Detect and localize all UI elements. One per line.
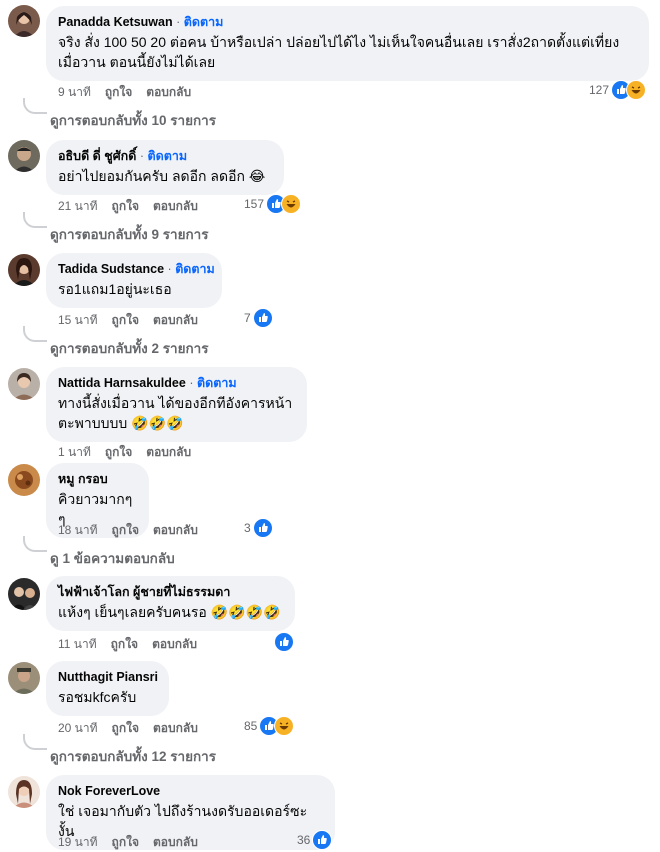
- reaction-summary[interactable]: 7: [244, 308, 273, 328]
- avatar[interactable]: [8, 368, 40, 400]
- comment-meta: 18 นาที ถูกใจ ตอบกลับ: [58, 521, 212, 540]
- author-name[interactable]: หมู กรอบ: [58, 472, 108, 486]
- thread-line: [23, 98, 47, 114]
- reaction-count: 85: [244, 719, 258, 733]
- reaction-count: 36: [297, 833, 311, 847]
- comment-meta: 1 นาที ถูกใจ ตอบกลับ: [58, 443, 205, 462]
- like-button[interactable]: ถูกใจ: [112, 721, 139, 735]
- avatar[interactable]: [8, 140, 40, 172]
- comment-bubble: Panadda Ketsuwan · ติดตาม จริง สั่ง 100 …: [46, 6, 649, 81]
- comment-text: รอชมkfcครับ: [58, 689, 137, 705]
- like-icon: [312, 830, 333, 850]
- reply-button[interactable]: ตอบกลับ: [146, 445, 191, 459]
- view-replies-link[interactable]: ดูการตอบกลับทั้ง 10 รายการ: [50, 109, 216, 131]
- author-name[interactable]: Nutthagit Piansri: [58, 670, 158, 684]
- comment-meta: 21 นาที ถูกใจ ตอบกลับ: [58, 197, 212, 216]
- thread-line: [23, 536, 47, 552]
- avatar[interactable]: [8, 662, 40, 694]
- view-replies-link[interactable]: ดูการตอบกลับทั้ง 9 รายการ: [50, 223, 208, 245]
- reaction-count: 3: [244, 521, 251, 535]
- reply-button[interactable]: ตอบกลับ: [153, 835, 198, 849]
- haha-icon: [274, 716, 295, 736]
- comment-bubble: Nattida Harnsakuldee · ติดตาม ทางนี้สั่ง…: [46, 367, 307, 442]
- timestamp[interactable]: 11 นาที: [58, 637, 97, 651]
- view-replies-link[interactable]: ดู 1 ข้อความตอบกลับ: [50, 547, 175, 569]
- reaction-summary[interactable]: 36: [297, 830, 333, 850]
- comment-meta: 20 นาที ถูกใจ ตอบกลับ: [58, 719, 212, 738]
- author-name[interactable]: Panadda Ketsuwan: [58, 15, 173, 29]
- timestamp[interactable]: 1 นาที: [58, 445, 91, 459]
- comment-text: อย่าไปยอมกันครับ ลดอีก ลดอีก 😂: [58, 168, 266, 184]
- comment-bubble: Nutthagit Piansri รอชมkfcครับ: [46, 661, 169, 716]
- comment-bubble: อธิบดี ดี่ ชูศักดิ์ · ติดตาม อย่าไปยอมกั…: [46, 140, 284, 195]
- timestamp[interactable]: 19 นาที: [58, 835, 98, 849]
- reply-button[interactable]: ตอบกลับ: [152, 637, 197, 651]
- reaction-summary[interactable]: 85: [244, 716, 295, 736]
- like-button[interactable]: ถูกใจ: [105, 445, 132, 459]
- avatar[interactable]: [8, 464, 40, 496]
- haha-icon: [626, 80, 647, 100]
- view-replies-link[interactable]: ดูการตอบกลับทั้ง 2 รายการ: [50, 337, 208, 359]
- like-button[interactable]: ถูกใจ: [112, 835, 139, 849]
- comment-text: ทางนี้สั่งเมื่อวาน ได้ของอีกทีอังคารหน้า…: [58, 395, 293, 431]
- comment-bubble: Tadida Sudstance · ติดตาม รอ1แถม1อยู่นะเ…: [46, 253, 222, 308]
- comment-text: จริง สั่ง 100 50 20 ต่อคน บ้าหรือเปล่า ป…: [58, 34, 620, 70]
- avatar[interactable]: [8, 578, 40, 610]
- avatar[interactable]: [8, 776, 40, 808]
- reply-button[interactable]: ตอบกลับ: [153, 199, 198, 213]
- reaction-count: 7: [244, 311, 251, 325]
- reaction-summary[interactable]: [274, 632, 294, 652]
- author-name[interactable]: Tadida Sudstance: [58, 262, 164, 276]
- like-icon: [252, 308, 273, 328]
- thread-line: [23, 212, 47, 228]
- reaction-count: 157: [244, 197, 265, 211]
- follow-button[interactable]: ติดตาม: [175, 262, 215, 276]
- reply-button[interactable]: ตอบกลับ: [153, 313, 198, 327]
- reply-button[interactable]: ตอบกลับ: [146, 85, 191, 99]
- reaction-summary[interactable]: 157: [244, 194, 302, 214]
- reply-button[interactable]: ตอบกลับ: [153, 721, 198, 735]
- avatar[interactable]: [8, 254, 40, 286]
- like-button[interactable]: ถูกใจ: [112, 199, 139, 213]
- like-icon: [252, 518, 273, 538]
- follow-button[interactable]: ติดตาม: [197, 376, 237, 390]
- comment-meta: 9 นาที ถูกใจ ตอบกลับ: [58, 83, 205, 102]
- view-replies-link[interactable]: ดูการตอบกลับทั้ง 12 รายการ: [50, 745, 216, 767]
- comment-text: แห้งๆ เย็นๆเลยครับคนรอ 🤣🤣🤣🤣: [58, 604, 281, 620]
- timestamp[interactable]: 18 นาที: [58, 523, 98, 537]
- comment-meta: 15 นาที ถูกใจ ตอบกลับ: [58, 311, 212, 330]
- reaction-summary[interactable]: 127: [589, 80, 647, 100]
- author-name[interactable]: ไฟฟ้าเจ้าโลก ผู้ชายที่ไม่ธรรมดา: [58, 585, 230, 599]
- like-button[interactable]: ถูกใจ: [112, 313, 139, 327]
- timestamp[interactable]: 21 นาที: [58, 199, 98, 213]
- comment-bubble: ไฟฟ้าเจ้าโลก ผู้ชายที่ไม่ธรรมดา แห้งๆ เย…: [46, 576, 295, 631]
- comment-text: รอ1แถม1อยู่นะเธอ: [58, 281, 172, 297]
- follow-button[interactable]: ติดตาม: [184, 15, 224, 29]
- timestamp[interactable]: 9 นาที: [58, 85, 91, 99]
- timestamp[interactable]: 20 นาที: [58, 721, 98, 735]
- author-name[interactable]: อธิบดี ดี่ ชูศักดิ์: [58, 149, 136, 163]
- comment-meta: 19 นาที ถูกใจ ตอบกลับ: [58, 833, 212, 852]
- reply-button[interactable]: ตอบกลับ: [153, 523, 198, 537]
- haha-icon: [281, 194, 302, 214]
- author-name[interactable]: Nok ForeverLove: [58, 784, 160, 798]
- timestamp[interactable]: 15 นาที: [58, 313, 98, 327]
- like-icon: [274, 632, 294, 652]
- follow-button[interactable]: ติดตาม: [148, 149, 188, 163]
- like-button[interactable]: ถูกใจ: [105, 85, 132, 99]
- comment-meta: 11 นาที ถูกใจ ตอบกลับ: [58, 635, 211, 654]
- like-button[interactable]: ถูกใจ: [112, 523, 139, 537]
- author-name[interactable]: Nattida Harnsakuldee: [58, 376, 186, 390]
- reaction-summary[interactable]: 3: [244, 518, 273, 538]
- thread-line: [23, 734, 47, 750]
- avatar[interactable]: [8, 5, 40, 37]
- reaction-count: 127: [589, 83, 610, 97]
- thread-line: [23, 326, 47, 342]
- like-button[interactable]: ถูกใจ: [111, 637, 138, 651]
